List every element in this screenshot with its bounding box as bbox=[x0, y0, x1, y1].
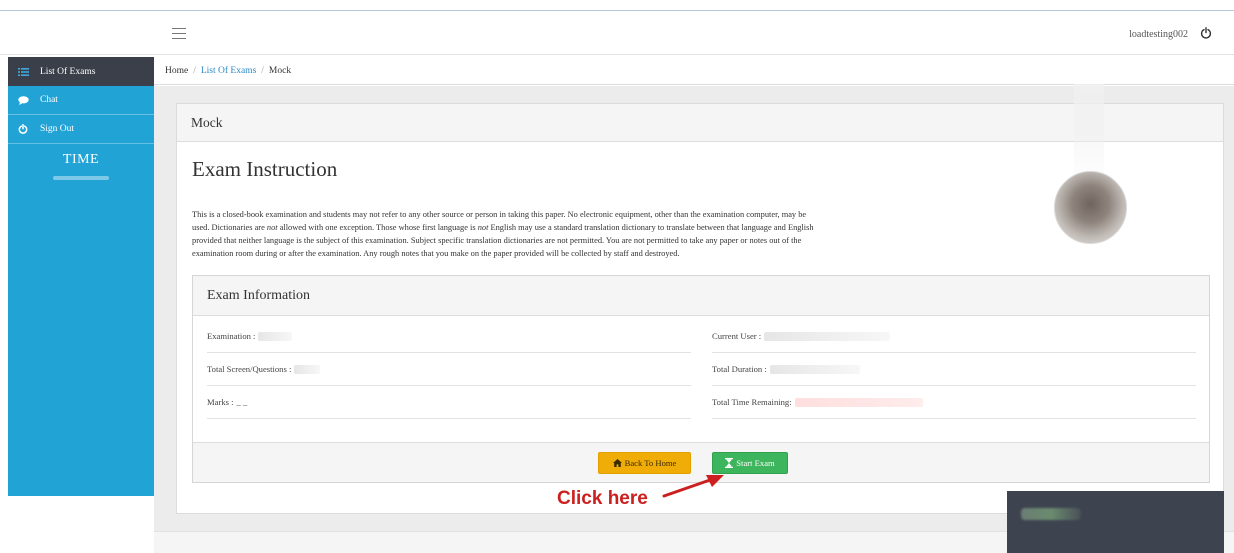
total-duration-value-redacted bbox=[769, 364, 860, 374]
marks-row: Marks : _ _ bbox=[207, 386, 691, 419]
notification-toast bbox=[1007, 491, 1224, 553]
current-user-row: Current User : bbox=[712, 320, 1196, 353]
chat-icon bbox=[18, 95, 32, 105]
timer-value-redacted bbox=[53, 176, 109, 180]
breadcrumb-home[interactable]: Home bbox=[165, 66, 188, 76]
arrow-icon bbox=[662, 475, 724, 498]
hamburger-menu-icon[interactable] bbox=[172, 28, 186, 39]
avatar bbox=[1054, 171, 1127, 244]
top-navbar: loadtesting002 bbox=[0, 12, 1234, 55]
time-remaining-value-redacted bbox=[794, 397, 923, 407]
examination-row: Examination : bbox=[207, 320, 691, 353]
breadcrumb-separator: / bbox=[261, 65, 264, 76]
breadcrumb: Home / List Of Exams / Mock bbox=[154, 57, 1234, 85]
list-icon bbox=[18, 67, 32, 77]
total-screen-row: Total Screen/Questions : bbox=[207, 353, 691, 386]
exam-instructions: This is a closed-book examination and st… bbox=[192, 210, 814, 258]
sidebar-item-chat[interactable]: Chat bbox=[8, 86, 154, 115]
toast-content-redacted bbox=[1021, 508, 1081, 520]
sidebar: List Of Exams Chat Sign Out TIME bbox=[8, 57, 154, 496]
sidebar-item-list-of-exams[interactable]: List Of Exams bbox=[8, 57, 154, 86]
hourglass-icon bbox=[725, 458, 734, 468]
time-remaining-row: Total Time Remaining: bbox=[712, 386, 1196, 419]
sidebar-item-label: Chat bbox=[40, 95, 58, 105]
panel-title: Mock bbox=[177, 104, 1223, 142]
breadcrumb-list-of-exams[interactable]: List Of Exams bbox=[201, 66, 256, 76]
total-screen-value-redacted bbox=[294, 364, 321, 374]
marks-value: _ _ bbox=[236, 397, 248, 407]
breadcrumb-current: Mock bbox=[268, 65, 292, 76]
username-label: loadtesting002 bbox=[1129, 29, 1188, 40]
exam-information-title: Exam Information bbox=[193, 276, 1209, 316]
top-accent-line bbox=[0, 0, 1234, 11]
sidebar-item-sign-out[interactable]: Sign Out bbox=[8, 115, 154, 144]
home-icon bbox=[612, 459, 622, 467]
breadcrumb-separator: / bbox=[193, 65, 196, 76]
exam-information-card: Exam Information Examination : Current U… bbox=[192, 275, 1210, 483]
page-title: Exam Instruction bbox=[192, 157, 338, 181]
sidebar-item-label: List Of Exams bbox=[40, 66, 96, 77]
click-here-annotation: Click here bbox=[557, 488, 648, 509]
timer-label: TIME bbox=[62, 152, 100, 167]
current-user-value-redacted bbox=[764, 331, 891, 341]
power-icon[interactable] bbox=[1200, 27, 1212, 39]
exam-panel: Mock Exam Instruction This is a closed-b… bbox=[176, 84, 1224, 514]
examination-value-redacted bbox=[258, 331, 293, 341]
power-icon bbox=[18, 124, 32, 134]
sidebar-item-label: Sign Out bbox=[40, 124, 75, 134]
total-duration-row: Total Duration : bbox=[712, 353, 1196, 386]
